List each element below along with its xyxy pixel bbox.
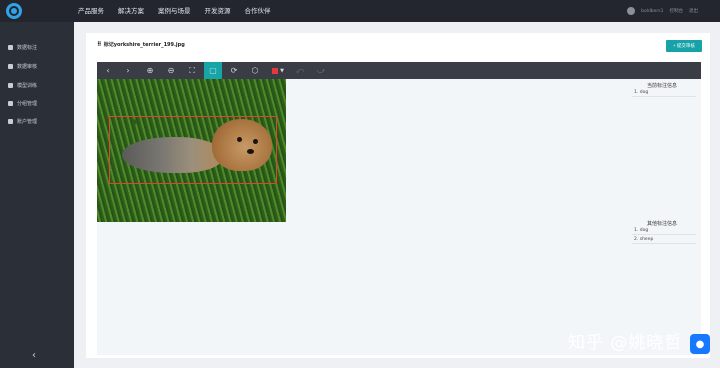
main-nav: 产品服务 解决方案 案例与场景 开发资源 合作伙伴 xyxy=(78,0,285,22)
bounding-box-dog[interactable] xyxy=(109,116,277,184)
rectangle-tool-icon[interactable]: ▢ xyxy=(204,62,222,79)
user-area: boldbers1 控制台 退出 xyxy=(627,0,698,22)
chevron-down-icon: ▼ xyxy=(280,67,284,74)
model-icon xyxy=(8,82,13,88)
zoom-in-icon[interactable]: ⊕ xyxy=(141,62,159,79)
grid-icon: ⠿ xyxy=(97,41,102,48)
current-labels-title: 当前标注信息 xyxy=(647,83,678,89)
image-preview[interactable] xyxy=(97,79,286,222)
nav-item-solutions[interactable]: 解决方案 xyxy=(118,0,144,22)
sidebar-item-label: 分组管理 xyxy=(17,100,38,107)
next-image-icon[interactable]: › xyxy=(119,62,137,79)
page-title: ⠿ 标记yorkshire_terrier_199.jpg xyxy=(97,41,185,48)
collapse-sidebar-button[interactable]: ‹ xyxy=(32,350,36,361)
user-name[interactable]: boldbers1 xyxy=(641,9,663,14)
top-navbar: 产品服务 解决方案 案例与场景 开发资源 合作伙伴 boldbers1 控制台 … xyxy=(0,0,720,22)
redo-icon[interactable]: ⤻ xyxy=(312,62,330,79)
sidebar-item-groups[interactable]: 分组管理 xyxy=(0,94,74,112)
eye-icon xyxy=(8,63,13,69)
sidebar-item-label: 模型训练 xyxy=(17,82,38,89)
other-label-item[interactable]: 1. dog xyxy=(632,227,696,235)
user-icon xyxy=(8,118,13,124)
sidebar-item-label: 账户管理 xyxy=(17,118,38,125)
sidebar-item-label: 数据审核 xyxy=(17,63,38,70)
logo-icon[interactable] xyxy=(6,3,22,19)
sidebar: 数据标注 数据审核 模型训练 分组管理 账户管理 ‹ xyxy=(0,22,74,368)
rotate-icon[interactable]: ⟳ xyxy=(225,62,243,79)
nav-item-partners[interactable]: 合作伙伴 xyxy=(245,0,271,22)
other-labels-title: 其他标注信息 xyxy=(647,221,678,227)
nav-item-products[interactable]: 产品服务 xyxy=(78,0,104,22)
logout-link[interactable]: 退出 xyxy=(689,8,698,14)
chat-icon[interactable]: ● xyxy=(690,334,710,354)
current-label-item[interactable]: 1. dog xyxy=(632,89,696,97)
color-picker[interactable]: ▼ xyxy=(267,62,289,79)
image-filename: 标记yorkshire_terrier_199.jpg xyxy=(103,42,185,48)
nav-item-cases[interactable]: 案例与场景 xyxy=(158,0,191,22)
watermark-text: 知乎 @姚晓哲 xyxy=(568,333,683,353)
group-icon xyxy=(8,100,13,106)
nav-item-developers[interactable]: 开发资源 xyxy=(205,0,231,22)
annotation-toolbar: ‹ › ⊕ ⊖ ⛶ ▢ ⟳ ⬡ ▼ ⤺ ⤻ xyxy=(97,62,701,79)
console-link[interactable]: 控制台 xyxy=(670,8,684,14)
tag-icon xyxy=(8,44,13,50)
color-swatch xyxy=(272,67,279,74)
sidebar-item-account[interactable]: 账户管理 xyxy=(0,112,74,130)
polygon-tool-icon[interactable]: ⬡ xyxy=(246,62,264,79)
submit-review-button[interactable]: + 提交审核 xyxy=(666,40,702,52)
other-label-item[interactable]: 2. sheep xyxy=(632,236,696,244)
sidebar-item-review[interactable]: 数据审核 xyxy=(0,57,74,75)
undo-icon[interactable]: ⤺ xyxy=(291,62,309,79)
sidebar-item-training[interactable]: 模型训练 xyxy=(0,76,74,94)
prev-image-icon[interactable]: ‹ xyxy=(99,62,117,79)
sidebar-item-annotation[interactable]: 数据标注 xyxy=(0,38,74,56)
annotation-canvas[interactable]: 当前标注信息 1. dog 其他标注信息 1. dog 2. sheep xyxy=(97,79,701,355)
zoom-out-icon[interactable]: ⊖ xyxy=(162,62,180,79)
avatar[interactable] xyxy=(627,7,636,15)
sidebar-item-label: 数据标注 xyxy=(17,44,38,51)
fit-screen-icon[interactable]: ⛶ xyxy=(183,62,201,79)
